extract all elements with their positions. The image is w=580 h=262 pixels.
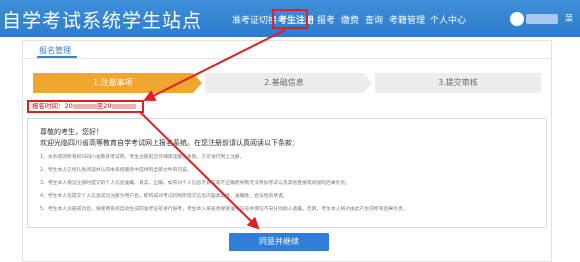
step-arrow xyxy=(363,73,372,93)
user-avatar-icon[interactable] xyxy=(510,12,524,26)
notice-intro: 欢迎光临四川省高等教育自学考试网上报名系统。在您注册前请认真阅读以下条款： xyxy=(40,139,299,147)
masked-date xyxy=(111,103,136,109)
agree-continue-button[interactable]: 同意并继续 xyxy=(229,233,329,251)
terms-item: 3、考生本人保证注册时提交的个人信息准确、真实，正确，如有对个人信息不真实或不正… xyxy=(40,181,351,186)
nav-payment[interactable]: 缴费 xyxy=(341,13,359,26)
terms-item: 1、本系统的所有权归四川省教育考试院，考生注册前应仔细阅读服务条款，方可进行网上… xyxy=(40,155,245,160)
page: 自学考试系统学生站点 准考证切换 考生注册 报考 缴费 查询 考籍管理 个人中心… xyxy=(0,0,580,262)
nav-apply-exam[interactable]: 报考 xyxy=(317,13,335,26)
user-name-masked xyxy=(526,14,558,24)
nav-query[interactable]: 查询 xyxy=(365,13,383,26)
user-name-suffix: 菜 xyxy=(565,14,573,23)
terms-notice: 尊敬的考生，您好！ 欢迎光临四川省高等教育自学考试网上报名系统。在您注册前请认真… xyxy=(27,118,547,228)
step-submit-review: 3.提交审核 xyxy=(375,73,541,93)
nav-highlight-box xyxy=(272,9,308,29)
notice-greeting: 尊敬的考生，您好！ xyxy=(40,128,103,136)
top-header: 自学考试系统学生站点 准考证切换 考生注册 报考 缴费 查询 考籍管理 个人中心… xyxy=(0,0,580,37)
nav-personal-center[interactable]: 个人中心 xyxy=(430,13,466,26)
registration-time: 报名时间：20 至20 xyxy=(27,100,144,113)
registration-time-middle: 至20 xyxy=(96,102,112,110)
masked-date xyxy=(72,103,97,109)
registration-card: 报名管理 1.注册事项 2.基础信息 3.提交审核 报名时间：20 至20 尊敬的… xyxy=(22,40,552,262)
tab-registration-management[interactable]: 报名管理 xyxy=(39,45,71,56)
registration-time-prefix: 报名时间：20 xyxy=(32,102,73,110)
nav-admission-switch[interactable]: 准考证切换 xyxy=(232,13,277,26)
step-basic-info: 2.基础信息 xyxy=(205,73,363,93)
step-arrow xyxy=(193,73,202,93)
step-registration-notes: 1.注册事项 xyxy=(33,73,193,93)
site-title: 自学考试系统学生站点 xyxy=(2,10,203,32)
divider xyxy=(23,58,551,59)
step-progress: 1.注册事项 2.基础信息 3.提交审核 xyxy=(33,73,541,93)
nav-record-management[interactable]: 考籍管理 xyxy=(389,13,425,26)
terms-item: 5、考生本人注册成功后，将使用系统自动生成的准考证号进行报考，考生本人将妥善保管… xyxy=(40,207,408,212)
terms-item: 2、考生本人已经认真阅读并认同本系统服务中提供的全部文件的内容。 xyxy=(40,168,192,173)
terms-item: 4、考生本人在提交个人信息成功注册为用户后，即构成对考试机构所提交信息内容真实性… xyxy=(40,194,288,199)
